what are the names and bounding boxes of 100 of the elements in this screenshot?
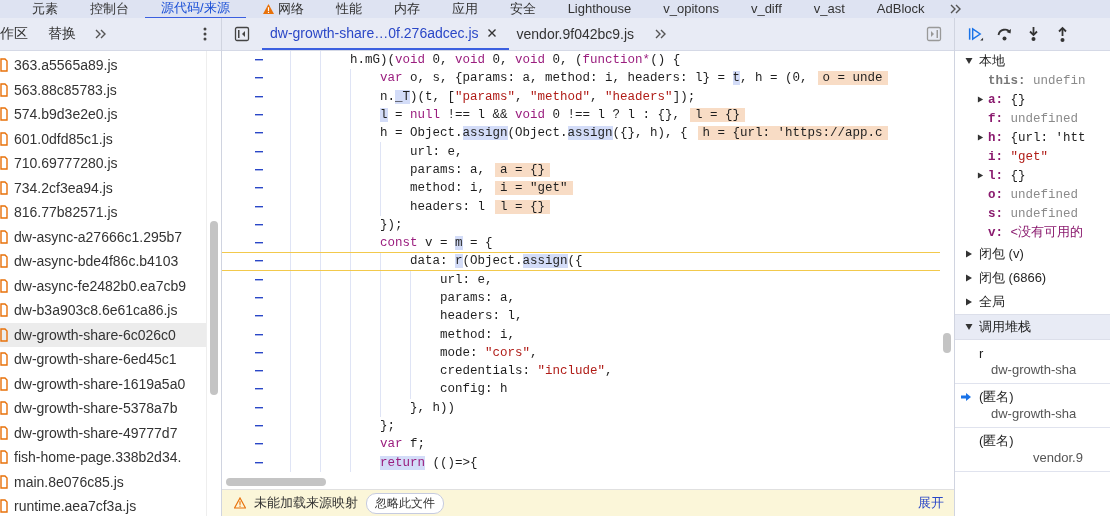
file-item[interactable]: 574.b9d3e2e0.js: [0, 102, 206, 127]
file-item[interactable]: dw-growth-share-6c026c0: [0, 322, 206, 347]
line-marker-icon: [255, 461, 263, 464]
panel-tab[interactable]: v_ast: [797, 0, 861, 18]
file-icon: [0, 131, 8, 146]
code-line: headers: l,: [440, 309, 523, 324]
code-line: const v = m = {: [380, 236, 493, 251]
file-item[interactable]: dw-async-bde4f86c.b4103: [0, 249, 206, 274]
panel-tab[interactable]: 性能: [319, 0, 378, 18]
ignore-file-button[interactable]: 忽略此文件: [366, 492, 444, 514]
stack-frame[interactable]: (匿名) dw-growth-sha: [955, 384, 1110, 428]
resume-icon[interactable]: [967, 26, 984, 42]
file-icon: [0, 401, 8, 416]
panel-tab[interactable]: 内存: [377, 0, 436, 18]
warning-icon: [234, 497, 246, 509]
scope-header[interactable]: 本地: [955, 51, 1110, 71]
inline-value: o = unde: [817, 71, 888, 86]
stack-frame[interactable]: r dw-growth-sha: [955, 340, 1110, 384]
panel-tab[interactable]: 控制台: [74, 0, 145, 18]
more-tabs-icon[interactable]: [948, 4, 963, 14]
file-item[interactable]: dw-async-a27666c1.295b7: [0, 224, 206, 249]
line-marker-icon: [255, 406, 263, 409]
file-icon: [0, 352, 8, 367]
code-line: h = Object.assign(Object.assign({}, h), {: [380, 126, 688, 141]
file-item[interactable]: runtime.aea7cf3a.js: [0, 494, 206, 516]
file-icon: [0, 499, 8, 514]
navigator-tab[interactable]: 作区: [0, 18, 38, 50]
code-line: config: h: [440, 382, 508, 397]
inline-value: i = "get": [495, 181, 573, 196]
panel-tab[interactable]: 元素: [16, 0, 74, 18]
panel-tab[interactable]: Lighthouse: [551, 0, 648, 18]
panel-tab[interactable]: 安全: [493, 0, 552, 18]
code-line: return (()=>{: [380, 455, 478, 470]
stack-frame[interactable]: (匿名) vendor.9: [955, 428, 1110, 472]
file-item[interactable]: 563.88c85783.js: [0, 77, 206, 102]
file-item[interactable]: fish-home-page.338b2d34.: [0, 445, 206, 470]
line-marker-icon: [255, 278, 263, 281]
code-line: h.mG)(void 0, void 0, void 0, (function*() {: [350, 53, 681, 68]
panel-tab[interactable]: v_opitons: [647, 0, 735, 18]
sidebar-toggle-icon[interactable]: [234, 26, 250, 42]
line-marker-icon: [255, 315, 263, 318]
sidebar-toggle-icon[interactable]: [926, 26, 942, 42]
code-line: headers: l: [410, 199, 485, 214]
more-icon[interactable]: [203, 27, 207, 41]
file-item[interactable]: 734.2cf3ea94.js: [0, 175, 206, 200]
expand-link[interactable]: 展开: [918, 494, 944, 512]
file-icon: [0, 303, 8, 318]
scrollbar-thumb[interactable]: [943, 333, 951, 353]
expand-icon[interactable]: [977, 96, 984, 103]
line-marker-icon: [255, 95, 263, 98]
inline-value: l = {}: [690, 108, 746, 123]
current-frame-icon: [961, 392, 971, 402]
code-line: url: e,: [410, 144, 463, 159]
file-tab[interactable]: dw-growth-share…0f.276adcec.js: [262, 18, 509, 50]
expand-icon[interactable]: [977, 172, 984, 179]
panel-tab[interactable]: 网络: [245, 0, 320, 18]
scope-section[interactable]: 全局: [955, 290, 1110, 314]
warning-message: 未能加载来源映射: [254, 494, 358, 512]
file-item[interactable]: dw-growth-share-6ed45c1: [0, 347, 206, 372]
scrollbar-thumb[interactable]: [226, 478, 326, 486]
code-line: method: i,: [440, 327, 515, 342]
panel-tab[interactable]: 应用: [435, 0, 494, 18]
line-marker-icon: [255, 168, 263, 171]
line-marker-icon: [255, 150, 263, 153]
close-icon[interactable]: [486, 28, 497, 38]
file-item[interactable]: 710.69777280.js: [0, 151, 206, 176]
file-icon: [0, 180, 8, 195]
file-item[interactable]: dw-growth-share-49777d7: [0, 420, 206, 445]
file-tab[interactable]: vendor.9f042bc9.js: [508, 18, 647, 50]
file-item[interactable]: 816.77b82571.js: [0, 200, 206, 225]
navigator-tab[interactable]: 替换: [38, 18, 86, 50]
scope-section[interactable]: 闭包 (v): [955, 242, 1110, 266]
step-over-icon[interactable]: [996, 26, 1013, 42]
file-item[interactable]: 601.0dfd85c1.js: [0, 126, 206, 151]
disclosure-icon: [965, 250, 973, 258]
file-item[interactable]: dw-growth-share-1619a5a0: [0, 371, 206, 396]
file-item[interactable]: dw-b3a903c8.6e61ca86.js: [0, 298, 206, 323]
scrollbar-thumb[interactable]: [210, 221, 218, 395]
panel-tab[interactable]: AdBlock: [860, 0, 941, 18]
more-tabs-icon[interactable]: [94, 29, 108, 39]
call-stack-header[interactable]: 调用堆栈: [955, 314, 1110, 340]
file-item[interactable]: dw-async-fe2482b0.ea7cb9: [0, 273, 206, 298]
scope-variable: s: undefined: [988, 206, 1079, 221]
line-marker-icon: [255, 187, 263, 190]
code-line: }, h)): [410, 400, 455, 415]
file-item[interactable]: 363.a5565a89.js: [0, 53, 206, 78]
panel-tab[interactable]: v_diff: [734, 0, 798, 18]
inline-value: h = {url: 'https://app.c: [697, 126, 888, 141]
disclosure-icon: [965, 298, 973, 306]
file-icon: [0, 107, 8, 122]
code-line: params: a,: [440, 291, 515, 305]
scope-section[interactable]: 闭包 (6866): [955, 266, 1110, 290]
code-line: params: a,: [410, 162, 485, 177]
file-icon: [0, 474, 8, 489]
file-item[interactable]: main.8e076c85.js: [0, 469, 206, 494]
scope-variable: this: undefin: [988, 73, 1086, 88]
code-line: l = null !== l && void 0 !== l ? l : {},: [380, 108, 681, 123]
file-item[interactable]: dw-growth-share-5378a7b: [0, 396, 206, 421]
expand-icon[interactable]: [977, 134, 984, 141]
warning-icon: [261, 3, 275, 15]
